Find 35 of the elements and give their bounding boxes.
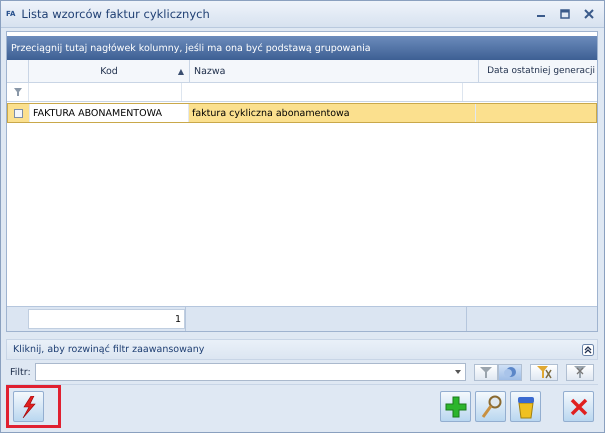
column-header[interactable]: Data ostatniej generacji bbox=[478, 60, 597, 82]
close-icon bbox=[570, 398, 588, 416]
lightning-icon bbox=[20, 396, 36, 418]
remove-filter-button[interactable] bbox=[566, 364, 594, 380]
filter-button[interactable] bbox=[474, 364, 498, 380]
table-cell: faktura cykliczna abonamentowa bbox=[192, 108, 350, 118]
filter-label: Filtr: bbox=[10, 366, 31, 378]
column-header[interactable]: Kod ▲ bbox=[28, 60, 189, 82]
clear-filter-button[interactable] bbox=[530, 364, 558, 380]
run-button[interactable] bbox=[13, 391, 44, 422]
maximize-icon[interactable] bbox=[560, 9, 570, 19]
row-count: 1 bbox=[174, 314, 181, 324]
filter-icon[interactable] bbox=[14, 88, 22, 96]
search-button[interactable] bbox=[475, 391, 506, 422]
close-button[interactable] bbox=[563, 391, 594, 422]
funnel-icon bbox=[479, 365, 493, 379]
trash-bin-icon bbox=[516, 394, 536, 418]
magnifier-icon bbox=[480, 394, 502, 418]
circles-icon bbox=[503, 365, 517, 379]
delete-button[interactable] bbox=[510, 391, 541, 422]
column-header[interactable]: Nazwa bbox=[189, 60, 478, 82]
funnel-x-icon bbox=[536, 365, 552, 379]
collapse-icon[interactable] bbox=[582, 344, 594, 356]
funnel-cross-icon bbox=[573, 365, 587, 379]
row-checkbox[interactable] bbox=[14, 108, 23, 118]
filter-field[interactable] bbox=[34, 363, 466, 381]
close-icon[interactable] bbox=[584, 9, 594, 19]
table-row[interactable]: FAKTURA ABONAMENTOWA faktura cykliczna abonamentowa bbox=[7, 103, 597, 123]
window-title: Lista wzorców faktur cyklicznych bbox=[21, 7, 210, 21]
add-button[interactable] bbox=[440, 391, 471, 422]
dropdown-arrow-icon[interactable] bbox=[455, 370, 461, 374]
table-cell: FAKTURA ABONAMENTOWA bbox=[33, 108, 162, 118]
plus-icon bbox=[444, 396, 466, 418]
toggle-filter-button[interactable] bbox=[498, 364, 522, 380]
group-panel-hint: Przeciągnij tutaj nagłówek kolumny, jeśli ma ona być podstawą grupowania bbox=[11, 42, 371, 54]
